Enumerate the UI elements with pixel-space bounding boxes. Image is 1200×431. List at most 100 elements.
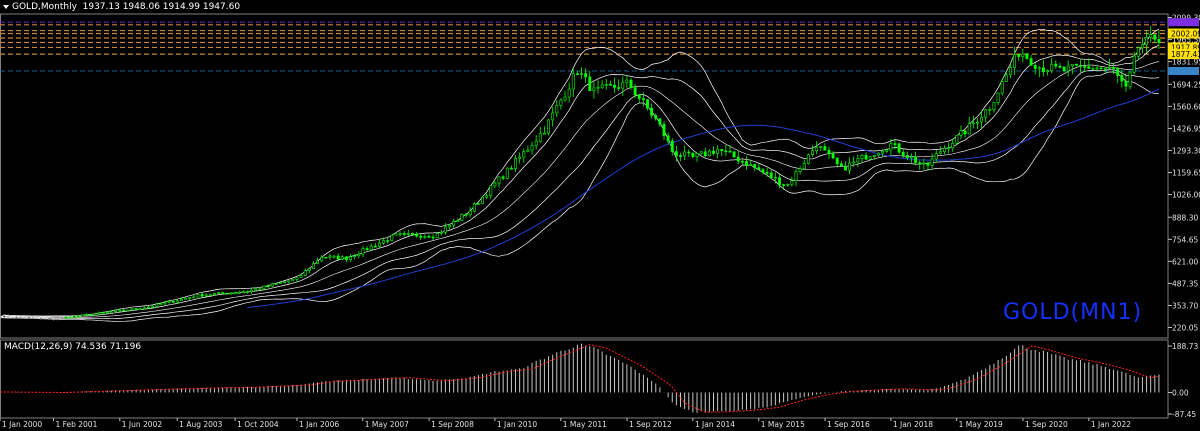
time-tick-label-5: 1 Jan 2006 (299, 420, 339, 429)
candlesticks (0, 26, 1161, 321)
candle-body-240 (988, 109, 992, 111)
candle-body-70 (287, 280, 291, 283)
candle-body-123 (505, 167, 509, 179)
candle-body-174 (716, 149, 720, 154)
candle-body-133 (547, 119, 550, 134)
candle-body-227 (934, 153, 938, 160)
candle-body-54 (221, 292, 225, 294)
candle-body-215 (885, 149, 889, 152)
candle-body-190 (782, 184, 786, 186)
candle-body-266 (1095, 67, 1099, 70)
candle-body-68 (279, 282, 282, 284)
candle-body-118 (485, 195, 489, 198)
candle-body-97 (398, 233, 402, 235)
candle-body-157 (646, 99, 649, 109)
candle-body-0 (0, 316, 2, 319)
candle-body-269 (1108, 67, 1111, 69)
time-tick-label-14: 1 Jan 2018 (893, 420, 933, 429)
candle-body-26 (105, 311, 109, 314)
candle-body-161 (662, 124, 666, 137)
time-tick-label-6: 1 May 2007 (365, 420, 409, 429)
candle-body-199 (819, 146, 823, 148)
time-tick-label-15: 1 May 2019 (959, 420, 1003, 429)
candle-body-126 (518, 156, 522, 159)
candle-body-57 (233, 292, 237, 295)
candle-body-154 (633, 87, 637, 95)
candle-body-193 (794, 171, 798, 181)
macd-axis: 188.73 0.00 -87.45 (1168, 342, 1198, 419)
candle-body-208 (856, 158, 860, 163)
candle-body-248 (1021, 53, 1025, 57)
price-tick-label-6: 1293.30 (1172, 146, 1200, 155)
candle-body-196 (806, 154, 810, 164)
candle-body-14 (56, 318, 60, 320)
candle-body-171 (703, 151, 707, 156)
candle-body-169 (695, 153, 699, 157)
candle-body-278 (1145, 36, 1148, 46)
candle-body-15 (60, 317, 64, 319)
candle-body-17 (68, 316, 72, 319)
candle-body-16 (64, 316, 68, 319)
candle-body-33 (134, 308, 138, 310)
candle-body-241 (992, 102, 996, 110)
candle-body-72 (295, 277, 299, 280)
candle-body-138 (567, 88, 571, 98)
candle-body-96 (394, 233, 398, 236)
candle-body-108 (443, 226, 447, 233)
candle-body-281 (1157, 38, 1161, 43)
candle-body-87 (357, 253, 361, 257)
candle-body-175 (720, 149, 724, 152)
candle-body-234 (963, 130, 967, 135)
candle-body-115 (472, 203, 476, 212)
candle-body-77 (316, 260, 320, 264)
candle-body-105 (431, 236, 435, 239)
price-tick-label-14: 220.05 (1172, 324, 1198, 333)
candle-body-213 (877, 152, 880, 156)
candle-body-65 (266, 285, 270, 288)
candle-body-30 (122, 309, 126, 312)
candle-body-188 (773, 177, 777, 179)
candle-body-113 (464, 214, 468, 216)
candle-body-125 (514, 158, 517, 169)
candle-body-280 (1153, 34, 1157, 40)
candle-body-250 (1029, 58, 1033, 66)
candle-body-131 (538, 133, 542, 142)
candle-body-204 (839, 163, 843, 167)
candle-body-112 (460, 214, 464, 221)
candle-body-22 (89, 314, 93, 316)
collapse-triangle-icon[interactable] (3, 5, 9, 9)
candle-body-254 (1046, 70, 1050, 73)
candle-body-102 (419, 235, 423, 238)
candle-body-67 (274, 283, 278, 285)
candle-body-89 (365, 248, 369, 251)
time-tick-label-0: 1 Jan 2000 (2, 420, 42, 429)
time-tick-label-11: 1 Jan 2014 (695, 420, 735, 429)
candle-body-178 (732, 151, 736, 158)
candle-body-167 (687, 151, 691, 154)
ma-line (247, 88, 1160, 308)
time-tick-label-9: 1 May 2011 (563, 420, 607, 429)
time-tick-label-16: 1 Sep 2020 (1025, 420, 1068, 429)
time-tick-label-1: 1 Feb 2001 (55, 420, 97, 429)
candle-body-261 (1075, 64, 1078, 66)
candle-body-85 (349, 256, 352, 261)
candle-body-12 (48, 317, 51, 320)
candle-body-48 (196, 294, 200, 298)
candle-body-259 (1066, 65, 1070, 72)
candle-body-95 (390, 234, 394, 241)
candle-body-149 (613, 84, 616, 88)
candle-body-111 (456, 220, 460, 222)
candle-body-107 (439, 231, 443, 234)
candle-body-8 (31, 317, 35, 319)
candle-body-13 (52, 317, 56, 320)
candle-body-139 (571, 73, 575, 90)
macd-tick-label-1: 0.00 (1172, 389, 1189, 398)
candle-body-186 (765, 172, 769, 174)
candle-body-147 (604, 83, 608, 86)
candle-body-58 (237, 291, 241, 294)
candle-body-166 (683, 151, 687, 157)
candle-body-46 (188, 297, 192, 299)
candle-body-21 (85, 314, 89, 316)
candle-body-109 (448, 224, 451, 228)
candle-body-122 (501, 176, 505, 179)
